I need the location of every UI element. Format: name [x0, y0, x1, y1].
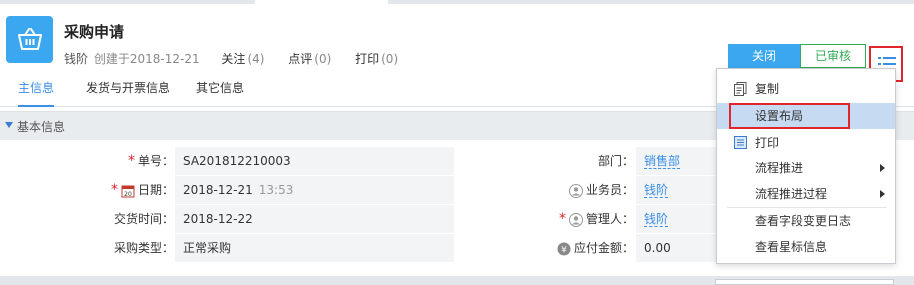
record-meta: 钱阶 创建于2018-12-21 关注 (4) 点评 (0) 打印 (0) — [64, 50, 402, 67]
comment-action[interactable]: 点评 (0) — [288, 52, 333, 66]
follow-action[interactable]: 关注 (4) — [221, 52, 266, 66]
page-title: 采购申请 — [64, 23, 125, 41]
print-icon — [734, 136, 747, 149]
creator-name: 钱阶 — [64, 52, 89, 66]
bottom-strip — [0, 276, 914, 285]
order-no-value: SA201812210003 — [175, 147, 454, 176]
tab-main-info[interactable]: 主信息 — [18, 72, 55, 107]
more-actions-dropdown: 复制 设置布局 打印 流程推进 流程推进过程 查看字段变更日志 查看星标信息 — [716, 68, 896, 264]
svg-text:20: 20 — [124, 191, 132, 198]
salesperson-link[interactable]: 钱阶 — [644, 183, 669, 198]
salesperson-value: 钱阶 — [636, 176, 716, 205]
menu-item-process-advance[interactable]: 流程推进 — [717, 155, 895, 181]
purchase-type-label: 采购类型： — [113, 241, 174, 255]
manager-link[interactable]: 钱阶 — [644, 212, 669, 227]
user-icon — [568, 183, 583, 198]
svg-text:¥: ¥ — [561, 245, 567, 255]
delivery-time-value[interactable]: 2018-12-22 — [175, 205, 454, 234]
menu-item-field-change-log[interactable]: 查看字段变更日志 — [717, 208, 895, 234]
shopping-basket-icon — [6, 16, 53, 63]
menu-item-star-info[interactable]: 查看星标信息 — [717, 234, 895, 260]
tab-shipping-invoice[interactable]: 发货与开票信息 — [86, 72, 170, 107]
menu-item-copy[interactable]: 复制 — [717, 76, 895, 102]
section-title: 基本信息 — [17, 120, 66, 134]
menu-item-process-history[interactable]: 流程推进过程 — [717, 181, 895, 207]
approved-status-button[interactable]: 已审核 — [800, 44, 866, 68]
amount-due-label: ¥ 应付金额： — [456, 234, 634, 263]
date-label: * 20 日期： — [110, 182, 174, 198]
manager-label: * 管理人： — [558, 211, 634, 227]
department-label: 部门： — [597, 154, 634, 168]
record-header: 采购申请 钱阶 创建于2018-12-21 关注 (4) 点评 (0) 打印 (0) … — [0, 4, 914, 82]
department-link[interactable]: 销售部 — [644, 154, 681, 169]
created-date: 创建于2018-12-21 — [93, 52, 200, 66]
menu-item-print[interactable]: 打印 — [717, 130, 895, 156]
submenu-arrow-icon — [880, 164, 885, 172]
collapse-caret-icon — [5, 122, 13, 128]
purchase-type-value[interactable]: 正常采购 — [175, 234, 454, 263]
tab-other-info[interactable]: 其它信息 — [196, 72, 244, 107]
user-icon — [568, 212, 583, 227]
print-action[interactable]: 打印 (0) — [355, 52, 400, 66]
close-button[interactable]: 关闭 — [728, 44, 800, 68]
amount-due-value: 0.00 — [636, 234, 716, 263]
set-layout-highlight-box — [729, 103, 850, 129]
copy-icon — [734, 82, 747, 96]
bottom-select-edge — [715, 279, 894, 285]
manager-value: 钱阶 — [636, 205, 716, 234]
calendar-icon: 20 — [121, 185, 135, 198]
yen-icon: ¥ — [557, 242, 571, 255]
salesperson-label: 业务员： — [456, 176, 634, 205]
order-no-label: * 单号： — [127, 153, 174, 169]
department-value: 销售部 — [636, 147, 716, 176]
submenu-arrow-icon — [880, 190, 885, 198]
date-value[interactable]: 2018-12-21 13:53 — [175, 176, 454, 205]
delivery-time-label: 交货时间： — [113, 212, 174, 226]
